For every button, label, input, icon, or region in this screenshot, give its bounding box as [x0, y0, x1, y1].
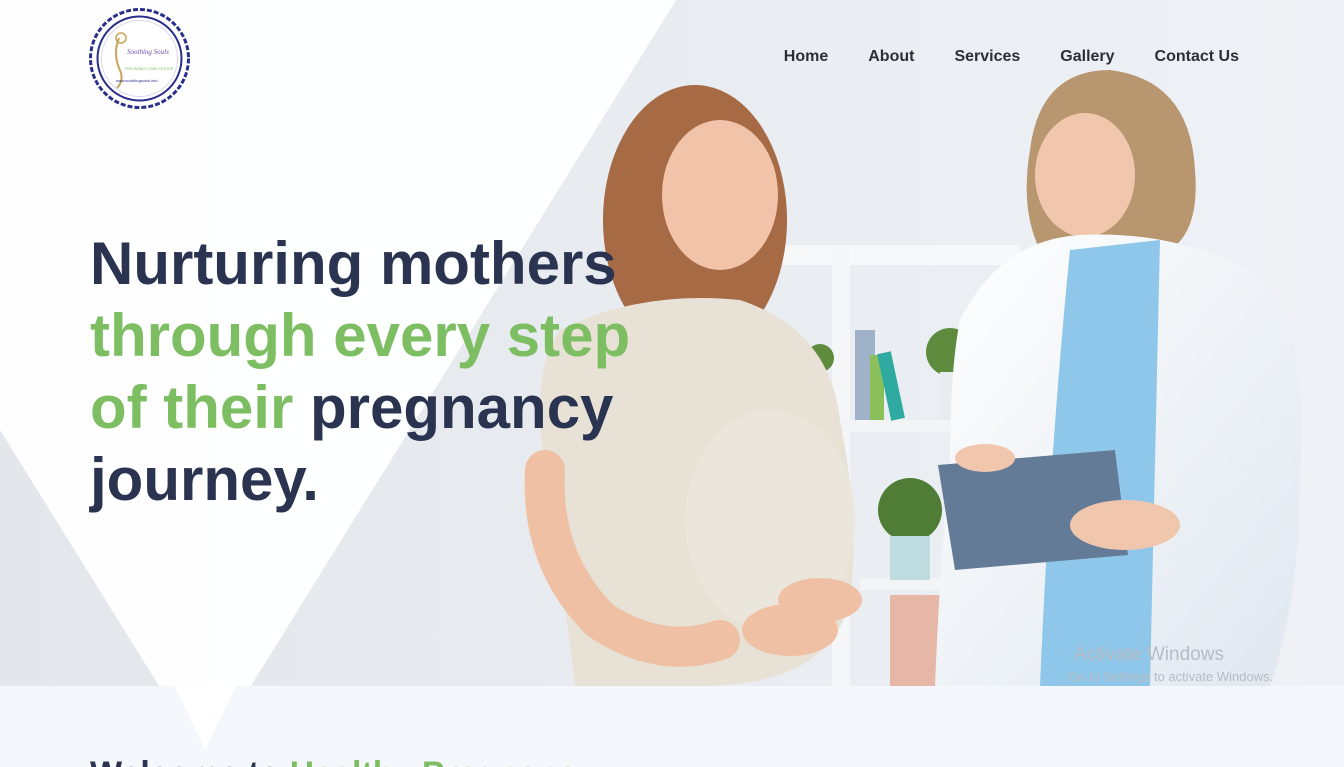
main-nav: Home About Services Gallery Contact Us [744, 47, 1239, 67]
hero-headline: Nurturing mothers through every step of … [90, 228, 630, 516]
welcome-highlight: Healthy Pregnancy [290, 755, 596, 767]
logo-url: www.soothingsouls.info [116, 78, 158, 83]
nav-about[interactable]: About [868, 47, 914, 67]
activate-windows-watermark: Activate Windows Go to Settings to activ… [1068, 644, 1273, 686]
headline-line-2: through every step [90, 302, 631, 369]
headline-line-3-dark: pregnancy [310, 374, 614, 441]
hero-section: Soothing Souls PREGNANCY CARE CENTER www… [0, 0, 1344, 686]
nav-services[interactable]: Services [954, 47, 1020, 67]
welcome-heading: Welcome to Healthy Pregnancy [90, 754, 596, 767]
watermark-title: Activate Windows [1074, 644, 1224, 665]
soothing-souls-logo[interactable]: Soothing Souls PREGNANCY CARE CENTER www… [89, 8, 190, 109]
logo-name: Soothing Souls [127, 48, 169, 56]
headline-line-3-green: of their [90, 374, 294, 441]
headline-line-3: of their pregnancy [90, 372, 630, 444]
logo-tagline: PREGNANCY CARE CENTER [125, 67, 174, 71]
nav-home[interactable]: Home [784, 47, 828, 67]
welcome-section: Welcome to Healthy Pregnancy [0, 686, 1344, 767]
headline-line-1: Nurturing mothers [90, 230, 617, 297]
nav-gallery[interactable]: Gallery [1060, 47, 1114, 67]
welcome-prefix: Welcome to [90, 755, 280, 767]
nav-contact-us[interactable]: Contact Us [1155, 47, 1239, 67]
headline-line-4: journey. [90, 446, 319, 513]
watermark-subtitle: Go to Settings to activate Windows. [1068, 669, 1274, 684]
